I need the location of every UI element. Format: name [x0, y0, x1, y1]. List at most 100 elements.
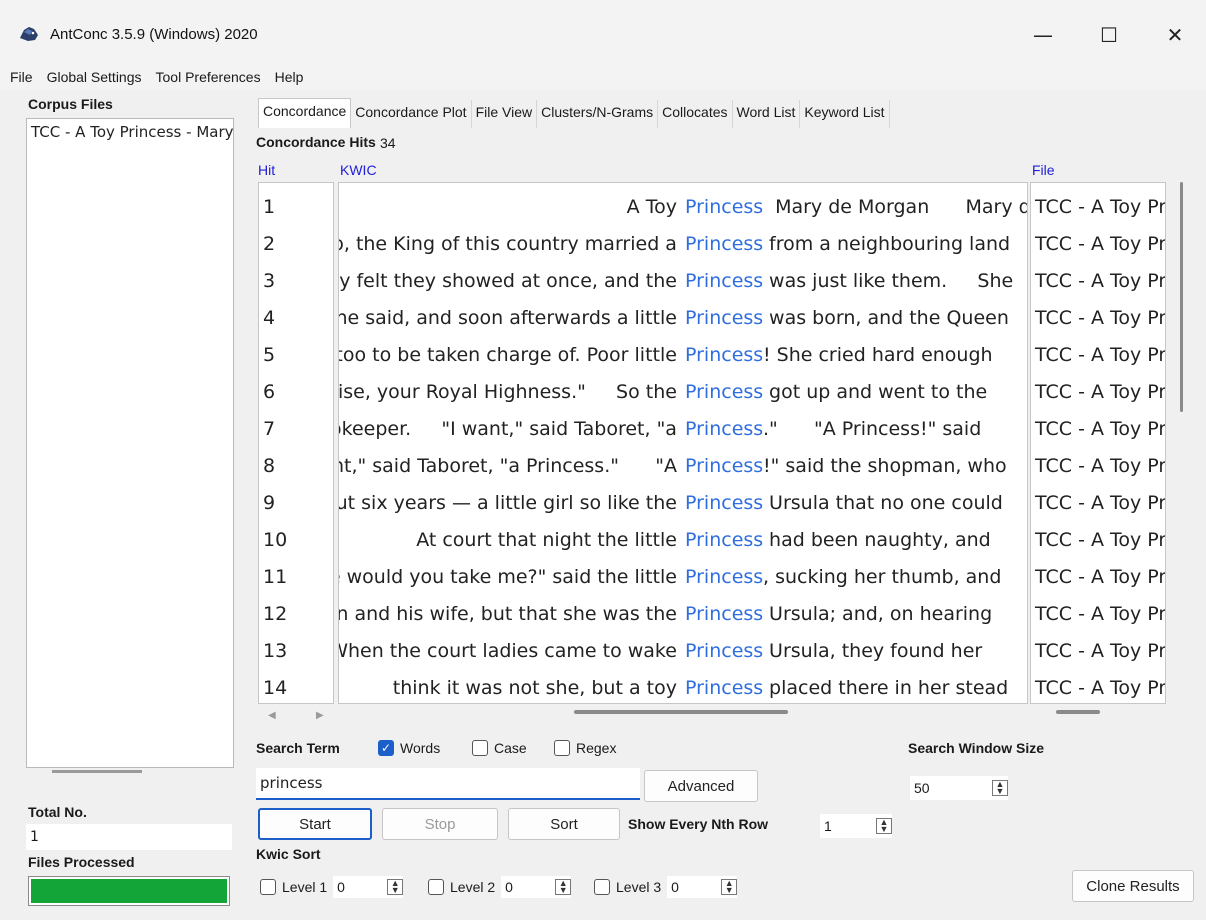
kwic-node-word[interactable]: Princess — [685, 337, 763, 374]
kwic-horizontal-scrollbar[interactable] — [574, 710, 788, 714]
kwic-node-word[interactable]: Princess — [685, 633, 763, 670]
menu-file[interactable]: File — [10, 69, 33, 85]
level-2-label: Level 2 — [450, 879, 496, 895]
spinner-arrows-icon[interactable]: ▲ ▼ — [876, 818, 892, 834]
file-name-cell[interactable]: TCC - A Toy Princess — [1035, 522, 1165, 559]
spinner-arrows-icon[interactable]: ▲ ▼ — [555, 879, 572, 895]
hit-number: 5 — [263, 344, 276, 366]
kwic-node-word[interactable]: Princess — [685, 522, 763, 559]
concordance-hits-label: Concordance Hits — [256, 134, 376, 150]
level-1-spinner[interactable]: 0 ▲ ▼ — [333, 876, 404, 898]
level-1-value: 0 — [337, 879, 345, 895]
column-header-hit[interactable]: Hit — [258, 162, 275, 178]
file-name-cell[interactable]: TCC - A Toy Princess — [1035, 337, 1165, 374]
total-no-label: Total No. — [28, 804, 87, 820]
window-size-value: 50 — [914, 780, 930, 796]
kwic-node-word[interactable]: Princess — [685, 485, 763, 522]
kwic-node-word[interactable]: Princess — [685, 189, 763, 226]
kwic-column[interactable]: A Toy Princess Mary de Morgan Mary de Mor… — [338, 182, 1028, 704]
file-name-cell[interactable]: TCC - A Toy Princess — [1035, 670, 1165, 703]
kwic-node-word[interactable]: Princess — [685, 448, 763, 485]
minimize-button[interactable]: — — [1020, 18, 1066, 52]
hit-column[interactable]: 1 2 3 4 5 6 7 8 9 10 11 12 13 14 — [258, 182, 334, 704]
column-header-kwic[interactable]: KWIC — [340, 162, 377, 178]
file-name-cell[interactable]: TCC - A Toy Princess — [1035, 300, 1165, 337]
level-3-spinner[interactable]: 0 ▲ ▼ — [667, 876, 738, 898]
spinner-arrows-icon[interactable]: ▲ ▼ — [992, 780, 1008, 796]
left-panel-splitter[interactable] — [52, 770, 142, 773]
spinner-arrows-icon[interactable]: ▲ ▼ — [387, 879, 404, 895]
kwic-left-context: More than a hundred years ago, the King … — [339, 233, 677, 255]
hit-number: 10 — [263, 529, 288, 551]
level-3-sort[interactable]: Level 3 0 ▲ ▼ — [594, 876, 738, 898]
kwic-node-word[interactable]: Princess — [685, 559, 763, 596]
file-column[interactable]: TCC - A Toy PrincessTCC - A Toy Princess… — [1030, 182, 1166, 704]
file-name-cell[interactable]: TCC - A Toy Princess — [1035, 448, 1165, 485]
spinner-arrows-icon[interactable]: ▲ ▼ — [721, 879, 738, 895]
kwic-right-context: placed there in her stead — [763, 677, 1009, 699]
file-name-cell[interactable]: TCC - A Toy Princess — [1035, 411, 1165, 448]
file-name-cell[interactable]: TCC - A Toy Princess — [1035, 485, 1165, 522]
case-checkbox[interactable]: Case — [472, 740, 527, 756]
start-button[interactable]: Start — [258, 808, 372, 840]
clone-results-button[interactable]: Clone Results — [1072, 870, 1194, 902]
kwic-right-context: from a neighbouring land — [763, 233, 1011, 255]
file-horizontal-scrollbar[interactable] — [1056, 710, 1100, 714]
file-name-cell[interactable]: TCC - A Toy Princess — [1035, 189, 1165, 226]
file-name-cell[interactable]: TCC - A Toy Princess — [1035, 263, 1165, 300]
kwic-node-word[interactable]: Princess — [685, 670, 763, 703]
kwic-node-word[interactable]: Princess — [685, 300, 763, 337]
checkbox-icon — [554, 740, 570, 756]
file-name-cell[interactable]: TCC - A Toy Princess — [1035, 633, 1165, 670]
sort-button[interactable]: Sort — [508, 808, 620, 840]
column-header-file[interactable]: File — [1032, 162, 1055, 178]
menu-global-settings[interactable]: Global Settings — [47, 69, 142, 85]
title-bar: AntConc 3.5.9 (Windows) 2020 — ☐ ✕ — [0, 0, 1206, 64]
kwic-node-word[interactable]: Princess — [685, 226, 763, 263]
maximize-button[interactable]: ☐ — [1086, 18, 1132, 52]
hit-number: 14 — [263, 677, 288, 699]
kwic-node-word[interactable]: Princess — [685, 374, 763, 411]
stop-button[interactable]: Stop — [382, 808, 498, 840]
tab-clusters-ngrams[interactable]: Clusters/N-Grams — [537, 100, 659, 128]
level-2-sort[interactable]: Level 2 0 ▲ ▼ — [428, 876, 572, 898]
tab-collocates[interactable]: Collocates — [658, 100, 733, 128]
kwic-right-context: was just like them. She — [763, 270, 1014, 292]
menu-tool-preferences[interactable]: Tool Preferences — [156, 69, 261, 85]
checkbox-icon[interactable] — [594, 879, 610, 895]
file-name-cell[interactable]: TCC - A Toy Princess — [1035, 559, 1165, 596]
scroll-right-icon[interactable]: ▶ — [316, 710, 324, 721]
results-vertical-scrollbar[interactable] — [1180, 182, 1183, 412]
menu-help[interactable]: Help — [275, 69, 304, 85]
tab-file-view[interactable]: File View — [472, 100, 538, 128]
corpus-files-list[interactable]: TCC - A Toy Princess - Mary de Morgan.tx… — [26, 118, 234, 768]
hit-number: 4 — [263, 307, 276, 329]
scroll-left-icon[interactable]: ◀ — [268, 710, 276, 721]
corpus-files-label: Corpus Files — [28, 96, 113, 112]
checkbox-icon[interactable] — [260, 879, 276, 895]
words-checkbox[interactable]: ✓ Words — [378, 740, 440, 756]
regex-checkbox[interactable]: Regex — [554, 740, 616, 756]
kwic-node-word[interactable]: Princess — [685, 596, 763, 633]
tab-concordance-plot[interactable]: Concordance Plot — [351, 100, 472, 128]
kwic-node-word[interactable]: Princess — [685, 263, 763, 300]
hit-number: 2 — [263, 233, 276, 255]
tab-keyword-list[interactable]: Keyword List — [800, 100, 890, 128]
kwic-node-word[interactable]: Princess — [685, 411, 763, 448]
file-name-cell[interactable]: TCC - A Toy Princess — [1035, 596, 1165, 633]
kwic-right-context: Ursula, they found her — [763, 640, 983, 662]
search-term-input[interactable] — [256, 768, 640, 800]
advanced-button[interactable]: Advanced — [644, 770, 758, 802]
tab-concordance[interactable]: Concordance — [258, 98, 352, 128]
tab-word-list[interactable]: Word List — [733, 100, 801, 128]
nth-row-spinner[interactable]: 1 ▲ ▼ — [820, 814, 892, 838]
file-name-cell[interactable]: TCC - A Toy Princess — [1035, 226, 1165, 263]
search-window-size-spinner[interactable]: 50 ▲ ▼ — [910, 776, 1008, 800]
kwic-left-context: to rise, your Royal Highness." So the — [338, 381, 683, 403]
checkbox-icon[interactable] — [428, 879, 444, 895]
close-button[interactable]: ✕ — [1152, 18, 1198, 52]
file-name-cell[interactable]: TCC - A Toy Princess — [1035, 374, 1165, 411]
level-2-spinner[interactable]: 0 ▲ ▼ — [501, 876, 572, 898]
corpus-file-item[interactable]: TCC - A Toy Princess - Mary de Morgan.tx… — [31, 123, 233, 141]
level-1-sort[interactable]: Level 1 0 ▲ ▼ — [260, 876, 404, 898]
